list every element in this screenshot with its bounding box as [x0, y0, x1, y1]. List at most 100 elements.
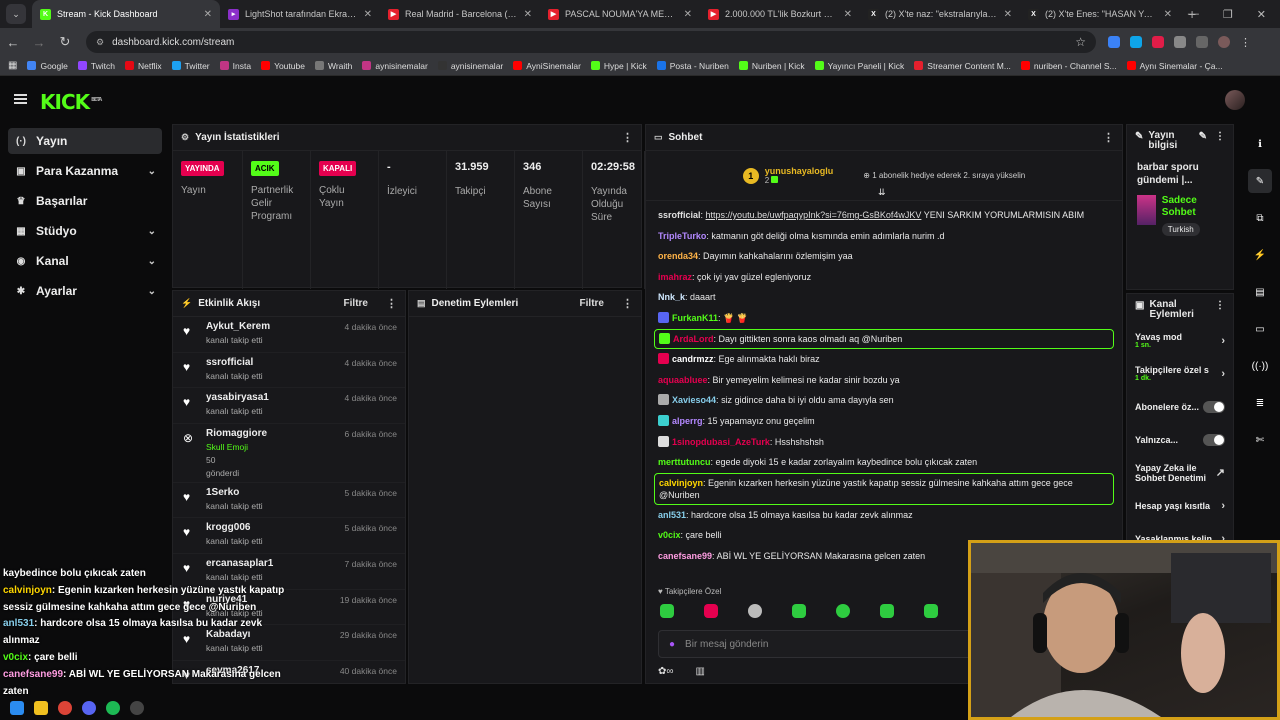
bookmark-item[interactable]: Wraith	[314, 61, 352, 71]
category-thumbnail[interactable]	[1137, 195, 1156, 225]
chat-username[interactable]: 1sinopdubasi_AzeTurk	[672, 437, 770, 447]
emote-icon[interactable]	[704, 604, 718, 618]
channel-action-row[interactable]: Takipçilere özel s1 dk. ›	[1127, 359, 1233, 388]
puzzle-icon[interactable]	[1174, 36, 1186, 48]
forward-icon[interactable]: →	[26, 35, 52, 50]
layout-icon[interactable]: ⧉	[1248, 206, 1272, 230]
bookmark-star-icon[interactable]: ☆	[1075, 35, 1086, 49]
bookmark-item[interactable]: aynisinemalar	[437, 61, 503, 71]
chat-username[interactable]: merttutuncu	[658, 457, 711, 467]
windows-icon[interactable]	[10, 701, 24, 715]
chat-username[interactable]: ssrofficial	[658, 210, 701, 220]
tab-close-icon[interactable]: ✕	[204, 9, 212, 20]
tab-close-icon[interactable]: ✕	[844, 9, 852, 20]
emote-icon[interactable]	[660, 604, 674, 618]
bolt-icon[interactable]: ⚡	[1248, 243, 1272, 267]
chat-username[interactable]: aquaabluee	[658, 375, 708, 385]
store-icon[interactable]: ▥	[696, 666, 705, 677]
activity-username[interactable]: yasabiryasa1	[206, 392, 269, 403]
maximize-icon[interactable]: ❐	[1223, 8, 1233, 21]
browser-tab[interactable]: ▸ LightShot tarafından Ekran Gör ✕	[220, 0, 380, 28]
more-options-icon[interactable]: ⋮	[1103, 131, 1114, 144]
bookmark-item[interactable]: Nuriben | Kick	[738, 61, 805, 71]
more-options-icon[interactable]: ⋮	[622, 297, 633, 310]
emote-icon[interactable]	[924, 604, 938, 618]
back-icon[interactable]: ←	[0, 35, 26, 50]
layers-icon[interactable]: ≣	[1248, 391, 1272, 415]
chat-username[interactable]: orenda34	[658, 251, 698, 261]
channel-action-row[interactable]: Yavaş mod 1 sn. ›	[1127, 326, 1233, 355]
extension-icon[interactable]	[1108, 36, 1120, 48]
browser-tab[interactable]: K Stream - Kick Dashboard ✕	[32, 0, 220, 28]
activity-username[interactable]: krogg006	[206, 522, 263, 533]
browser-tab[interactable]: ▶ Real Madrid - Barcelona (2-1) - ✕	[380, 0, 540, 28]
bookmark-item[interactable]: Streamer Content M...	[914, 61, 1011, 71]
hamburger-menu-icon[interactable]	[14, 94, 27, 104]
apps-icon[interactable]: ▦	[8, 60, 17, 71]
filter-button[interactable]: Filtre	[344, 298, 368, 309]
edit-icon[interactable]: ✎	[1199, 131, 1207, 142]
channel-action-row[interactable]: Hesap yaşı kısıtla ›	[1127, 491, 1233, 520]
more-options-icon[interactable]: ⋮	[1215, 131, 1225, 142]
emote-icon[interactable]	[748, 604, 762, 618]
bookmark-item[interactable]: Aynı Sinemalar - Ça...	[1126, 61, 1223, 71]
menu-icon[interactable]	[1196, 36, 1208, 48]
activity-username[interactable]: Aykut_Kerem	[206, 321, 270, 332]
activity-username[interactable]: Riomaggiore	[206, 428, 267, 439]
chat-username[interactable]: Nnk_k	[658, 292, 685, 302]
bookmark-item[interactable]: Posta - Nuriben	[656, 61, 729, 71]
browser-tab[interactable]: ▶ 2.000.000 TL'lik Bozkurt Çiftliği ✕	[700, 0, 860, 28]
more-icon[interactable]: ⋮	[1240, 36, 1251, 49]
chat-username[interactable]: canefsane99	[658, 551, 712, 561]
emote-icon[interactable]	[880, 604, 894, 618]
activity-username[interactable]: 1Serko	[206, 487, 263, 498]
user-avatar[interactable]	[1225, 90, 1245, 110]
browser-tab[interactable]: X (2) X'te naz: "ekstralarıyla kopa ✕	[860, 0, 1020, 28]
activity-username[interactable]: ssrofficial	[206, 357, 263, 368]
chat-username[interactable]: candrmzz	[672, 354, 714, 364]
toggle-switch[interactable]	[1203, 400, 1225, 413]
site-info-icon[interactable]: ⚙	[96, 37, 104, 48]
obs-icon[interactable]	[130, 701, 144, 715]
browser-tab[interactable]: X (2) X'te Enes: "HASAN YAYIND ✕	[1020, 0, 1180, 28]
chat-username[interactable]: FurkanK11	[672, 313, 718, 323]
chat-username[interactable]: ArdaLord	[673, 334, 714, 344]
document-icon[interactable]: ▤	[1248, 280, 1272, 304]
bookmark-item[interactable]: aynisinemalar	[362, 61, 428, 71]
emote-icon[interactable]	[792, 604, 806, 618]
chat-username[interactable]: Xavieso44	[672, 395, 716, 405]
channel-action-row[interactable]: Yalnızca...	[1127, 425, 1233, 454]
close-window-icon[interactable]: ✕	[1257, 8, 1266, 21]
more-options-icon[interactable]: ⋮	[386, 297, 397, 310]
bookmark-item[interactable]: Twitch	[77, 61, 115, 71]
collapse-icon[interactable]: ⇊	[878, 187, 886, 198]
bookmark-item[interactable]: Hype | Kick	[590, 61, 647, 71]
tab-close-icon[interactable]: ✕	[1004, 9, 1012, 20]
profile-icon[interactable]	[1218, 36, 1230, 48]
sidebar-item[interactable]: ♛ Başarılar	[8, 188, 162, 214]
bookmark-item[interactable]: Twitter	[171, 61, 210, 71]
toggle-switch[interactable]	[1203, 433, 1225, 446]
folder-icon[interactable]	[34, 701, 48, 715]
chat-username[interactable]: v0cix	[658, 530, 681, 540]
chat-username[interactable]: calvinjoyn	[659, 478, 703, 488]
category-name[interactable]: Sadece Sohbet	[1162, 195, 1223, 219]
channel-action-row[interactable]: Yapay Zeka ile Sohbet Denetimi ↗	[1127, 458, 1233, 487]
tab-search-button[interactable]: ⌄	[6, 4, 26, 24]
reload-icon[interactable]: ↻	[52, 34, 78, 50]
info-icon[interactable]: ℹ	[1248, 132, 1272, 156]
spotify-icon[interactable]	[106, 701, 120, 715]
sidebar-item[interactable]: ▦ Stüdyo ⌄	[8, 218, 162, 244]
emote-icon[interactable]	[836, 604, 850, 618]
tab-close-icon[interactable]: ✕	[364, 9, 372, 20]
chat-link[interactable]: https://youtu.be/uwfpaqypInk?si=76mg-GsB…	[706, 210, 922, 220]
tab-close-icon[interactable]: ✕	[684, 9, 692, 20]
edit-icon[interactable]: ✎	[1248, 169, 1272, 193]
sidebar-item[interactable]: ◉ Kanal ⌄	[8, 248, 162, 274]
discord-icon[interactable]	[82, 701, 96, 715]
bookmark-item[interactable]: Netflix	[124, 61, 162, 71]
extension-icon[interactable]	[1152, 36, 1164, 48]
address-bar[interactable]: ⚙ dashboard.kick.com/stream ☆	[86, 31, 1096, 53]
sidebar-item[interactable]: (·) Yayın	[8, 128, 162, 154]
extension-icon[interactable]	[1130, 36, 1142, 48]
